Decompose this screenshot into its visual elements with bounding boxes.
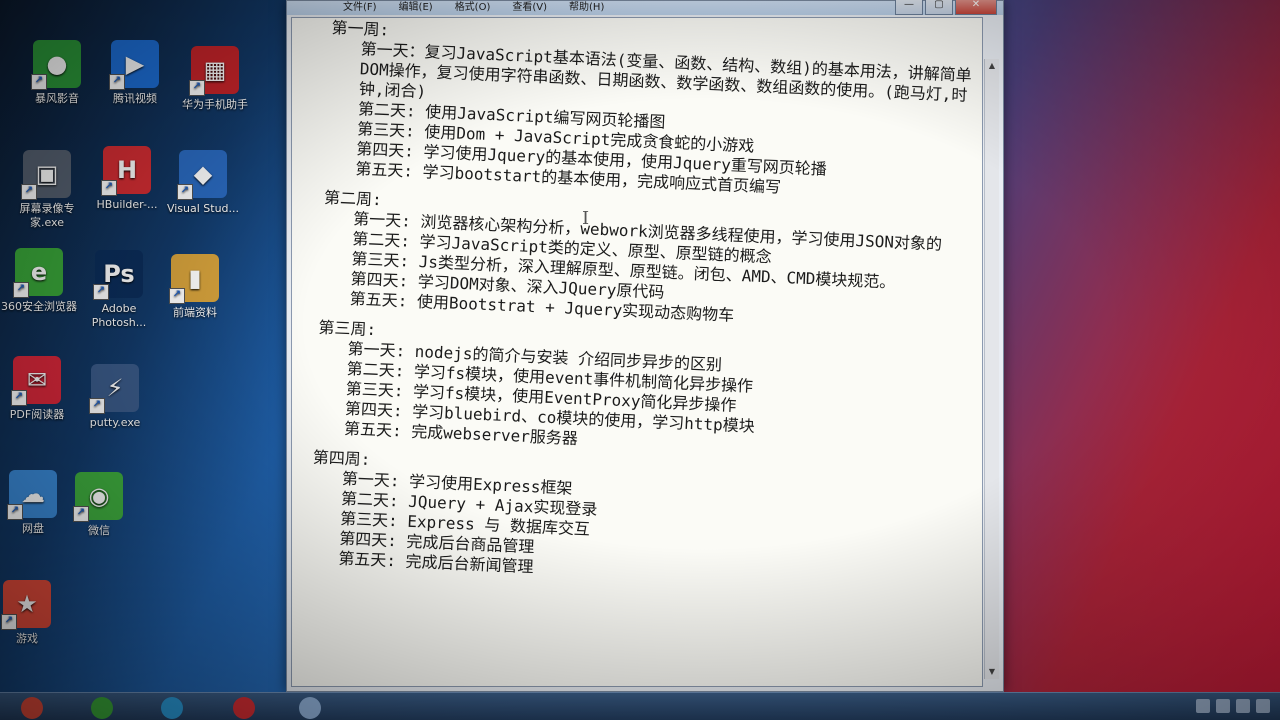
icon-360-browser[interactable]: e ↗ 360安全浏览器 bbox=[0, 248, 82, 314]
taskbar-360[interactable] bbox=[82, 695, 122, 720]
icon-label: PDF阅读器 bbox=[9, 408, 65, 421]
taskbar-browser[interactable] bbox=[152, 695, 192, 720]
icon-label: 华为手机助手 bbox=[182, 98, 248, 111]
icon-game-icon: ★ ↗ bbox=[1, 580, 51, 630]
icon-tencent-video[interactable]: ▶ ↗ 腾讯视频 bbox=[92, 40, 178, 106]
icon-pdf-reader-icon: ✉ ↗ bbox=[11, 356, 61, 406]
icon-visual-studio-icon: ◆ ↗ bbox=[177, 150, 227, 200]
tray-icon[interactable] bbox=[1256, 699, 1270, 713]
week-section: 第三周: 第一天: nodejs的简介与安装 介绍同步异步的区别 第二天: 学习fs… bbox=[314, 318, 969, 466]
shortcut-arrow-icon: ↗ bbox=[1, 614, 17, 630]
shortcut-arrow-icon: ↗ bbox=[177, 184, 193, 200]
shortcut-arrow-icon: ↗ bbox=[11, 390, 27, 406]
tray-icon[interactable] bbox=[1196, 699, 1210, 713]
shortcut-arrow-icon: ↗ bbox=[21, 184, 37, 200]
scroll-down-icon[interactable]: ▼ bbox=[985, 665, 999, 679]
tray-icon[interactable] bbox=[1236, 699, 1250, 713]
icon-screen-recorder-icon: ▣ ↗ bbox=[21, 150, 71, 200]
notepad-window[interactable]: 文件(F) 编辑(E) 格式(O) 查看(V) 帮助(H) — ▢ ✕ 第一周:… bbox=[286, 0, 1004, 692]
icon-pdf-reader[interactable]: ✉ ↗ PDF阅读器 bbox=[0, 356, 80, 422]
icon-label: 屏幕录像专家.exe bbox=[19, 202, 75, 229]
menu-view[interactable]: 查看(V) bbox=[512, 1, 547, 15]
vertical-scrollbar[interactable]: ▲ ▼ bbox=[984, 59, 999, 679]
icon-360-browser-icon: e ↗ bbox=[13, 248, 63, 298]
icon-label: putty.exe bbox=[89, 416, 141, 429]
system-tray bbox=[1196, 699, 1270, 713]
shortcut-arrow-icon: ↗ bbox=[31, 74, 47, 90]
maximize-button[interactable]: ▢ bbox=[925, 0, 953, 15]
icon-storm-icon: ● ↗ bbox=[31, 40, 81, 90]
icon-photoshop[interactable]: Ps ↗ Adobe Photosh... bbox=[76, 250, 162, 330]
scroll-up-icon[interactable]: ▲ bbox=[985, 59, 999, 73]
minimize-button[interactable]: — bbox=[895, 0, 923, 15]
icon-visual-studio[interactable]: ◆ ↗ Visual Stud... bbox=[160, 150, 246, 216]
taskbar-notepad-icon bbox=[299, 697, 321, 719]
icon-cloud-icon: ☁ ↗ bbox=[7, 470, 57, 520]
menu-help[interactable]: 帮助(H) bbox=[569, 1, 604, 15]
shortcut-arrow-icon: ↗ bbox=[73, 506, 89, 522]
icon-storm[interactable]: ● ↗ 暴风影音 bbox=[14, 40, 100, 106]
icon-game[interactable]: ★ ↗ 游戏 bbox=[0, 580, 70, 646]
menu-file[interactable]: 文件(F) bbox=[343, 1, 377, 15]
week-section: 第四周: 第一天: 学习使用Express框架 第二天: JQuery + Ajax… bbox=[308, 448, 963, 596]
week-section: 第一周: 第一天：复习JavaScript基本语法(变量、函数、结构、数组)的基本… bbox=[325, 18, 981, 206]
taskbar-chrome-icon bbox=[21, 697, 43, 719]
icon-label: Adobe Photosh... bbox=[91, 302, 147, 329]
icon-folder-icon: ▮ ↗ bbox=[169, 254, 219, 304]
document-content: 第一周: 第一天：复习JavaScript基本语法(变量、函数、结构、数组)的基本… bbox=[308, 18, 982, 606]
icon-mobile-assistant-icon: ▦ ↗ bbox=[189, 46, 239, 96]
icon-hbuilder[interactable]: H ↗ HBuilder-... bbox=[84, 146, 170, 212]
icon-label: Visual Stud... bbox=[166, 202, 240, 215]
icon-tencent-video-icon: ▶ ↗ bbox=[109, 40, 159, 90]
icon-mobile-assistant[interactable]: ▦ ↗ 华为手机助手 bbox=[172, 46, 258, 112]
icon-label: 暴风影音 bbox=[35, 92, 79, 105]
icon-photoshop-icon: Ps ↗ bbox=[93, 250, 143, 300]
menu-bar: 文件(F) 编辑(E) 格式(O) 查看(V) 帮助(H) bbox=[343, 1, 604, 15]
icon-putty-icon: ⚡ ↗ bbox=[89, 364, 139, 414]
taskbar-hbuilder[interactable] bbox=[224, 695, 264, 720]
taskbar bbox=[0, 692, 1280, 720]
icon-hbuilder-icon: H ↗ bbox=[101, 146, 151, 196]
shortcut-arrow-icon: ↗ bbox=[7, 504, 23, 520]
taskbar-notepad[interactable] bbox=[290, 695, 330, 720]
icon-folder[interactable]: ▮ ↗ 前端资料 bbox=[152, 254, 238, 320]
icon-label: 360安全浏览器 bbox=[1, 300, 77, 313]
icon-label: 腾讯视频 bbox=[113, 92, 157, 105]
shortcut-arrow-icon: ↗ bbox=[109, 74, 125, 90]
shortcut-arrow-icon: ↗ bbox=[189, 80, 205, 96]
icon-wechat[interactable]: ◉ ↗ 微信 bbox=[56, 472, 142, 538]
desktop: ● ↗ 暴风影音 ▶ ↗ 腾讯视频 ▦ ↗ 华为手机助手 ▣ ↗ 屏幕录像专家.exe H ↗ HBuild… bbox=[0, 0, 1280, 720]
icon-putty[interactable]: ⚡ ↗ putty.exe bbox=[72, 364, 158, 430]
text-cursor-icon: I bbox=[582, 208, 590, 229]
shortcut-arrow-icon: ↗ bbox=[13, 282, 29, 298]
icon-label: 前端资料 bbox=[173, 306, 217, 319]
taskbar-360-icon bbox=[91, 697, 113, 719]
icon-wechat-icon: ◉ ↗ bbox=[73, 472, 123, 522]
menu-format[interactable]: 格式(O) bbox=[455, 1, 491, 15]
taskbar-hbuilder-icon bbox=[233, 697, 255, 719]
icon-label: 微信 bbox=[88, 524, 110, 537]
text-editor[interactable]: 第一周: 第一天：复习JavaScript基本语法(变量、函数、结构、数组)的基本… bbox=[291, 17, 983, 687]
tray-icon[interactable] bbox=[1216, 699, 1230, 713]
menu-edit[interactable]: 编辑(E) bbox=[399, 1, 433, 15]
taskbar-browser-icon bbox=[161, 697, 183, 719]
title-bar[interactable]: 文件(F) 编辑(E) 格式(O) 查看(V) 帮助(H) — ▢ ✕ bbox=[287, 0, 1003, 15]
taskbar-chrome[interactable] bbox=[12, 695, 52, 720]
shortcut-arrow-icon: ↗ bbox=[169, 288, 185, 304]
close-button[interactable]: ✕ bbox=[955, 0, 997, 15]
icon-label: 游戏 bbox=[16, 632, 38, 645]
shortcut-arrow-icon: ↗ bbox=[93, 284, 109, 300]
shortcut-arrow-icon: ↗ bbox=[101, 180, 117, 196]
icon-label: HBuilder-... bbox=[96, 198, 158, 211]
shortcut-arrow-icon: ↗ bbox=[89, 398, 105, 414]
week-section: 第二周: 第一天: 浏览器核心架构分析，webwork浏览器多线程使用，学习使用J… bbox=[319, 188, 974, 336]
window-controls: — ▢ ✕ bbox=[895, 0, 997, 15]
icon-screen-recorder[interactable]: ▣ ↗ 屏幕录像专家.exe bbox=[4, 150, 90, 230]
